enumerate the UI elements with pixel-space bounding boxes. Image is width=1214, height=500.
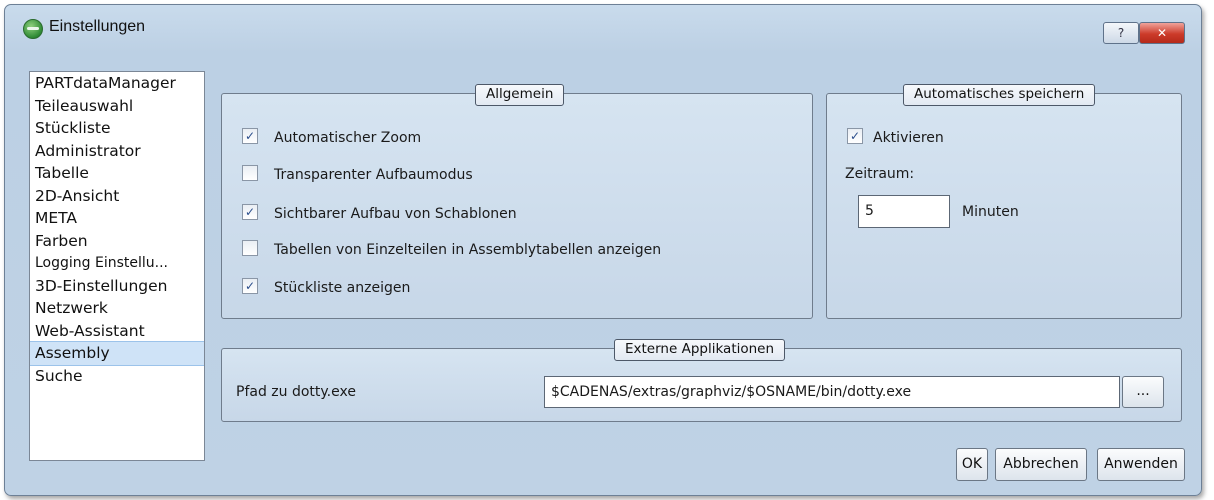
- nav-item-meta[interactable]: META: [30, 207, 204, 230]
- automatischer-zoom-checkbox[interactable]: ✓: [242, 128, 258, 144]
- settings-category-list[interactable]: PARTdataManager Teileauswahl Stückliste …: [29, 71, 205, 461]
- apply-button[interactable]: Anwenden: [1097, 448, 1185, 481]
- option-sichtbarer-aufbau[interactable]: ✓ Sichtbarer Aufbau von Schablonen: [242, 204, 517, 224]
- settings-dialog: Einstellungen ? ✕ PARTdataManager Teilea…: [4, 4, 1202, 496]
- external-apps-title: Externe Applikationen: [614, 339, 786, 361]
- option-tabellen-einzelteile[interactable]: Tabellen von Einzelteilen in Assemblytab…: [242, 240, 661, 260]
- sichtbarer-aufbau-checkbox[interactable]: ✓: [242, 204, 258, 220]
- nav-item-administrator[interactable]: Administrator: [30, 140, 204, 163]
- browse-button[interactable]: ...: [1122, 376, 1164, 408]
- stueckliste-anzeigen-label: Stückliste anzeigen: [274, 280, 411, 296]
- help-button[interactable]: ?: [1103, 22, 1139, 44]
- minuten-label: Minuten: [962, 204, 1019, 220]
- automatischer-zoom-label: Automatischer Zoom: [274, 130, 422, 146]
- allgemein-title: Allgemein: [475, 84, 565, 106]
- nav-item-web-assistant[interactable]: Web-Assistant: [30, 320, 204, 343]
- nav-item-suche[interactable]: Suche: [30, 365, 204, 388]
- option-aktivieren[interactable]: ✓ Aktivieren: [847, 128, 944, 148]
- cancel-button[interactable]: Abbrechen: [995, 448, 1087, 481]
- option-stueckliste-anzeigen[interactable]: ✓ Stückliste anzeigen: [242, 278, 410, 298]
- nav-item-farben[interactable]: Farben: [30, 230, 204, 253]
- transparenter-aufbaumodus-label: Transparenter Aufbaumodus: [274, 167, 473, 183]
- nav-item-netzwerk[interactable]: Netzwerk: [30, 297, 204, 320]
- external-apps-group: Externe Applikationen Pfad zu dotty.exe …: [221, 339, 1182, 422]
- autosave-title: Automatisches speichern: [903, 84, 1096, 106]
- stueckliste-anzeigen-checkbox[interactable]: ✓: [242, 278, 258, 294]
- sichtbarer-aufbau-label: Sichtbarer Aufbau von Schablonen: [274, 206, 517, 222]
- tabellen-einzelteile-label: Tabellen von Einzelteilen in Assemblytab…: [274, 242, 662, 258]
- aktivieren-checkbox[interactable]: ✓: [847, 128, 863, 144]
- zeitraum-input[interactable]: 5: [858, 195, 950, 228]
- nav-item-stueckliste[interactable]: Stückliste: [30, 117, 204, 140]
- nav-item-teileauswahl[interactable]: Teileauswahl: [30, 95, 204, 118]
- nav-item-logging[interactable]: Logging Einstellu...: [30, 252, 204, 275]
- nav-item-tabelle[interactable]: Tabelle: [30, 162, 204, 185]
- nav-item-assembly[interactable]: Assembly: [30, 341, 204, 366]
- dotty-path-input[interactable]: $CADENAS/extras/graphviz/$OSNAME/bin/dot…: [544, 376, 1120, 408]
- transparenter-aufbaumodus-checkbox[interactable]: [242, 165, 258, 181]
- option-transparenter-aufbaumodus[interactable]: Transparenter Aufbaumodus: [242, 165, 473, 185]
- aktivieren-label: Aktivieren: [873, 130, 944, 146]
- nav-item-3d-einstellungen[interactable]: 3D-Einstellungen: [30, 275, 204, 298]
- app-globe-icon: [23, 19, 43, 39]
- ok-button[interactable]: OK: [956, 448, 988, 481]
- nav-item-2d-ansicht[interactable]: 2D-Ansicht: [30, 185, 204, 208]
- zeitraum-label: Zeitraum:: [845, 166, 915, 182]
- tabellen-einzelteile-checkbox[interactable]: [242, 240, 258, 256]
- autosave-group: Automatisches speichern ✓ Aktivieren Zeit…: [826, 84, 1182, 319]
- nav-item-partdatamanager[interactable]: PARTdataManager: [30, 72, 204, 95]
- option-automatischer-zoom[interactable]: ✓ Automatischer Zoom: [242, 128, 421, 148]
- title-bar: Einstellungen ? ✕: [5, 5, 1201, 44]
- dotty-path-label: Pfad zu dotty.exe: [236, 384, 356, 400]
- close-button[interactable]: ✕: [1139, 22, 1185, 44]
- allgemein-group: Allgemein ✓ Automatischer Zoom Transparen…: [221, 84, 813, 319]
- window-title: Einstellungen: [49, 18, 146, 35]
